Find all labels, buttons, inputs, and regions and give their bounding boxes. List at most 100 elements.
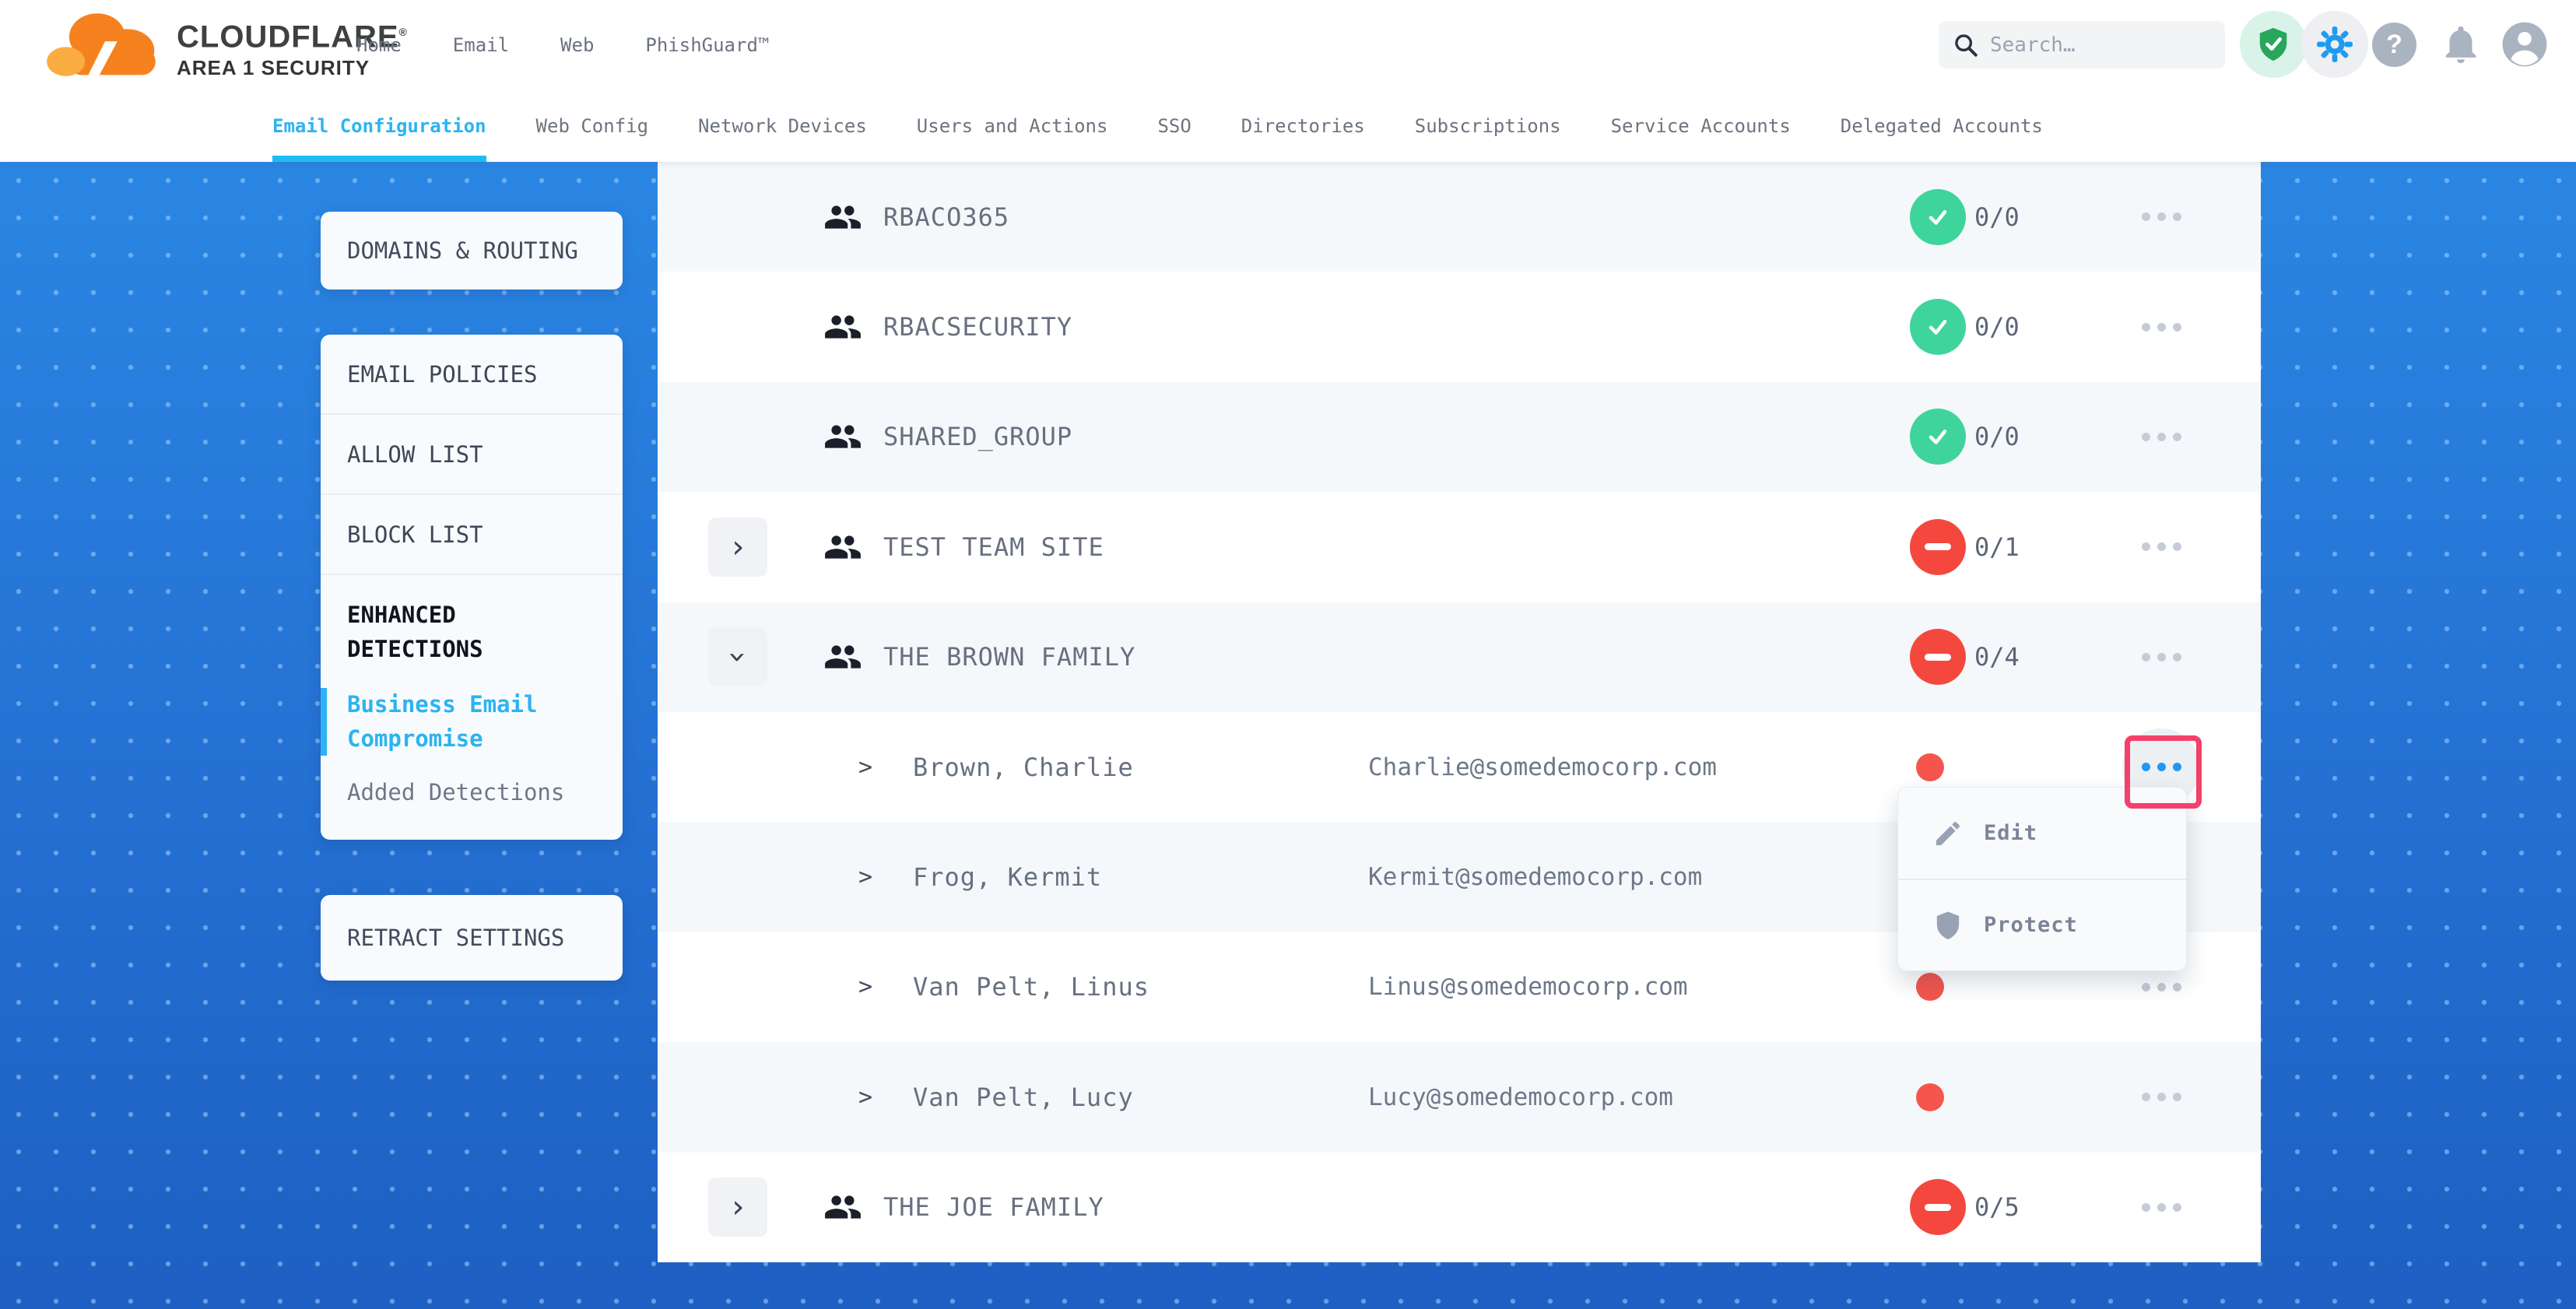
- primary-nav: Home Email Web PhishGuard™: [356, 0, 769, 89]
- status-ok-badge: [1910, 299, 1966, 355]
- user-email: Lucy@somedemocorp.com: [1368, 1083, 1673, 1111]
- cloudflare-cloud-icon: [43, 8, 167, 82]
- table-row: SHARED_GROUP 0/0: [658, 382, 2261, 492]
- table-row: › THE BROWN FAMILY 0/4: [658, 602, 2261, 712]
- table-row: RBACO365 0/0: [658, 162, 2261, 272]
- nav-email[interactable]: Email: [453, 34, 509, 56]
- chevron-right-icon: ›: [728, 532, 747, 563]
- row-actions-menu-button[interactable]: [2122, 1168, 2200, 1246]
- group-icon: [823, 1188, 862, 1227]
- context-menu-label: Protect: [1984, 913, 2078, 937]
- tab-web-config[interactable]: Web Config: [536, 89, 649, 162]
- row-actions-menu-button[interactable]: [2122, 398, 2200, 476]
- sidebar-heading-enhanced-detections: ENHANCED DETECTIONS: [347, 598, 581, 666]
- group-icon: [823, 307, 862, 346]
- nav-phishguard[interactable]: PhishGuard™: [645, 34, 769, 56]
- user-name: Van Pelt, Linus: [913, 972, 1149, 1002]
- chevron-down-icon: ›: [722, 647, 753, 666]
- sidebar-item-block-list[interactable]: BLOCK LIST: [321, 495, 623, 575]
- user-expand-chevron[interactable]: >: [858, 864, 872, 891]
- expand-group-button[interactable]: ›: [708, 1177, 767, 1237]
- table-row: RBACSECURITY 0/0: [658, 272, 2261, 381]
- help-icon[interactable]: ?: [2372, 23, 2416, 67]
- row-actions-menu-button[interactable]: [2122, 508, 2200, 586]
- user-expand-chevron[interactable]: >: [858, 753, 872, 781]
- group-name: THE JOE FAMILY: [883, 1192, 1104, 1222]
- tab-users-and-actions[interactable]: Users and Actions: [917, 89, 1108, 162]
- user-name: Van Pelt, Lucy: [913, 1083, 1134, 1112]
- detection-count: 0/0: [1974, 312, 2020, 342]
- context-menu-item-edit[interactable]: Edit: [1898, 788, 2186, 879]
- notifications-bell-icon[interactable]: [2436, 19, 2486, 69]
- status-blocked-badge: [1910, 519, 1966, 575]
- user-email: Linus@somedemocorp.com: [1368, 973, 1688, 1001]
- sidebar-item-email-policies[interactable]: EMAIL POLICIES: [321, 335, 623, 415]
- detection-count: 0/5: [1974, 1192, 2020, 1222]
- tab-email-configuration[interactable]: Email Configuration: [272, 89, 486, 162]
- table-row: › TEST TEAM SITE 0/1: [658, 492, 2261, 602]
- chevron-right-icon: ›: [728, 1191, 747, 1223]
- tab-network-devices[interactable]: Network Devices: [698, 89, 867, 162]
- group-name: TEST TEAM SITE: [883, 532, 1104, 562]
- settings-gear-icon[interactable]: [2301, 11, 2368, 78]
- user-expand-chevron[interactable]: >: [858, 1083, 872, 1111]
- group-name: RBACSECURITY: [883, 312, 1072, 342]
- table-row: > Van Pelt, Lucy Lucy@somedemocorp.com: [658, 1042, 2261, 1152]
- status-blocked-badge: [1910, 629, 1966, 685]
- account-avatar-icon[interactable]: [2500, 19, 2550, 69]
- group-name: THE BROWN FAMILY: [883, 642, 1135, 672]
- user-expand-chevron[interactable]: >: [858, 974, 872, 1001]
- tab-directories[interactable]: Directories: [1241, 89, 1365, 162]
- row-actions-menu-button[interactable]: [2122, 618, 2200, 696]
- sidebar-item-added-detections[interactable]: Added Detections: [347, 776, 596, 810]
- top-header: CLOUDFLARE® AREA 1 SECURITY Home Email W…: [0, 0, 2576, 89]
- status-alert-dot: [1916, 1083, 1944, 1111]
- expand-group-button[interactable]: ›: [708, 518, 767, 577]
- detection-count: 0/0: [1974, 202, 2020, 232]
- status-ok-badge: [1910, 409, 1966, 465]
- groups-users-table: RBACO365 0/0 RBACSECURITY 0/0: [658, 162, 2261, 1262]
- tab-sso[interactable]: SSO: [1157, 89, 1191, 162]
- status-blocked-badge: [1910, 1179, 1966, 1235]
- status-alert-dot: [1916, 753, 1944, 781]
- row-context-menu: Edit Protect: [1897, 787, 2187, 971]
- row-actions-menu-button[interactable]: [2122, 1058, 2200, 1136]
- table-row: › THE JOE FAMILY 0/5: [658, 1153, 2261, 1262]
- group-name: SHARED_GROUP: [883, 422, 1072, 451]
- sidebar-item-business-email-compromise[interactable]: Business Email Compromise: [321, 688, 554, 756]
- row-actions-menu-button[interactable]: [2122, 178, 2200, 256]
- shield-icon: [1932, 910, 1964, 941]
- group-icon: [823, 198, 862, 237]
- collapse-group-button[interactable]: ›: [708, 627, 767, 686]
- nav-web[interactable]: Web: [560, 34, 594, 56]
- app-screen: CLOUDFLARE® AREA 1 SECURITY Home Email W…: [0, 0, 2576, 1309]
- cloudflare-logo: CLOUDFLARE® AREA 1 SECURITY: [43, 8, 408, 82]
- pencil-icon: [1932, 818, 1964, 849]
- user-name: Frog, Kermit: [913, 862, 1102, 892]
- status-ok-badge: [1910, 189, 1966, 245]
- sidebar-card-domains: DOMAINS & ROUTING: [321, 212, 623, 290]
- sidebar-item-allow-list[interactable]: ALLOW LIST: [321, 415, 623, 495]
- group-icon: [823, 528, 862, 567]
- sidebar-item-domains-routing[interactable]: DOMAINS & ROUTING: [321, 212, 623, 290]
- search-box[interactable]: [1939, 21, 2225, 68]
- detection-count: 0/4: [1974, 642, 2020, 672]
- content-area: DOMAINS & ROUTING EMAIL POLICIES ALLOW L…: [0, 162, 2576, 1309]
- tab-delegated-accounts[interactable]: Delegated Accounts: [1841, 89, 2043, 162]
- context-menu-item-protect[interactable]: Protect: [1898, 879, 2186, 970]
- sidebar-card-retract: RETRACT SETTINGS: [321, 895, 623, 981]
- user-name: Brown, Charlie: [913, 753, 1134, 782]
- search-input[interactable]: [1990, 33, 2200, 57]
- sidebar-section-enhanced-detections: ENHANCED DETECTIONS Business Email Compr…: [321, 575, 623, 840]
- row-actions-menu-button[interactable]: [2122, 288, 2200, 366]
- status-alert-dot: [1916, 973, 1944, 1001]
- tab-subscriptions[interactable]: Subscriptions: [1415, 89, 1561, 162]
- protection-shield-icon[interactable]: [2240, 11, 2307, 78]
- group-icon: [823, 637, 862, 676]
- user-email: Charlie@somedemocorp.com: [1368, 753, 1717, 781]
- nav-home[interactable]: Home: [356, 34, 402, 56]
- group-icon: [823, 417, 862, 456]
- sidebar-item-retract-settings[interactable]: RETRACT SETTINGS: [321, 895, 623, 981]
- help-glyph: ?: [2386, 30, 2402, 60]
- tab-service-accounts[interactable]: Service Accounts: [1611, 89, 1791, 162]
